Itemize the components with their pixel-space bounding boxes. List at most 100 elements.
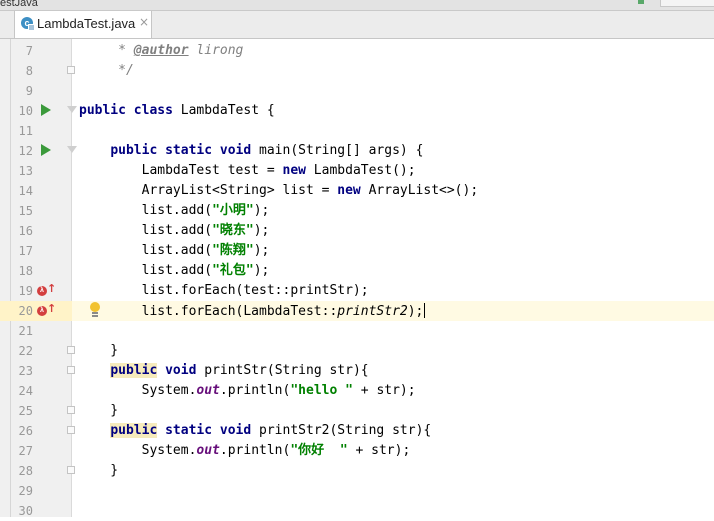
code-token: list.add( <box>79 203 213 218</box>
code-line[interactable]: 18 list.add("礼包"); <box>0 261 714 281</box>
code-text[interactable]: } <box>79 343 118 359</box>
code-token: printStr(String str){ <box>196 363 369 378</box>
fold-marker-icon[interactable] <box>67 366 75 374</box>
fold-start-icon[interactable] <box>67 106 77 113</box>
code-line[interactable]: 29 <box>0 481 714 501</box>
run-gutter-icon[interactable] <box>41 104 51 116</box>
line-number: 13 <box>18 164 33 178</box>
code-token: public class <box>79 103 173 118</box>
code-token: printStr2 <box>337 304 408 319</box>
code-line[interactable]: 25 } <box>0 401 714 421</box>
fold-marker-icon[interactable] <box>67 466 75 474</box>
line-number: 7 <box>25 44 33 58</box>
code-line[interactable]: 20 λ ↑ list.forEach(LambdaTest::printStr2)… <box>0 301 714 321</box>
code-text[interactable]: list.add("晓东"); <box>79 223 270 239</box>
code-line[interactable]: 14 ArrayList<String> list = new ArrayLis… <box>0 181 714 201</box>
code-line[interactable]: 13 LambdaTest test = new LambdaTest(); <box>0 161 714 181</box>
code-token: printStr2(String str){ <box>251 423 432 438</box>
code-text[interactable]: ArrayList<String> list = new ArrayList<>… <box>79 183 479 199</box>
code-token: out <box>196 443 220 458</box>
code-text[interactable]: System.out.println("hello " + str); <box>79 383 416 399</box>
code-text[interactable]: list.add("礼包"); <box>79 263 270 279</box>
code-text[interactable]: list.forEach(test::printStr); <box>79 283 369 299</box>
line-number: 28 <box>18 464 33 478</box>
code-line[interactable]: 9 <box>0 81 714 101</box>
code-text[interactable]: list.add("陈翔"); <box>79 243 270 259</box>
fold-marker-icon[interactable] <box>67 66 75 74</box>
code-line[interactable]: 12 public static void main(String[] args… <box>0 141 714 161</box>
code-line[interactable]: 23 public void printStr(String str){ <box>0 361 714 381</box>
code-text[interactable]: * @author lirong <box>79 43 243 59</box>
code-token: "晓东" <box>212 223 254 238</box>
code-token: LambdaTest test = <box>79 163 283 178</box>
code-token: ); <box>253 243 270 258</box>
code-token: ); <box>253 263 270 278</box>
code-token: "陈翔" <box>212 243 254 258</box>
code-token: + str); <box>352 383 416 398</box>
code-line[interactable]: 11 <box>0 121 714 141</box>
implements-method-icon[interactable]: λ ↑ <box>37 302 56 318</box>
line-number: 26 <box>18 424 33 438</box>
line-number: 11 <box>18 124 33 138</box>
line-number: 23 <box>18 364 33 378</box>
code-token: out <box>196 383 220 398</box>
code-text[interactable]: public class LambdaTest { <box>79 103 275 119</box>
code-text[interactable]: */ <box>79 63 134 79</box>
code-token: * <box>79 43 134 58</box>
code-token: ); <box>407 304 424 319</box>
fold-start-icon[interactable] <box>67 146 77 153</box>
toolbar-run-config-box[interactable] <box>660 0 714 7</box>
line-number: 29 <box>18 484 33 498</box>
code-line[interactable]: 28 } <box>0 461 714 481</box>
implements-method-icon[interactable]: λ ↑ <box>37 282 56 298</box>
code-text[interactable]: } <box>79 463 118 479</box>
run-gutter-icon[interactable] <box>41 144 51 156</box>
code-token: void <box>165 363 197 378</box>
fold-marker-icon[interactable] <box>67 346 75 354</box>
code-text[interactable]: list.add("小明"); <box>79 203 270 219</box>
line-number: 10 <box>18 104 33 118</box>
code-line[interactable]: 7 * @author lirong <box>0 41 714 61</box>
code-token: } <box>79 343 119 358</box>
code-line[interactable]: 22 } <box>0 341 714 361</box>
text-caret <box>424 303 426 318</box>
previous-tab-fragment[interactable]: estJava <box>0 0 38 9</box>
code-line[interactable]: 19 λ ↑ list.forEach(test::printStr); <box>0 281 714 301</box>
code-line[interactable]: 16 list.add("晓东"); <box>0 221 714 241</box>
line-number: 21 <box>18 324 33 338</box>
code-text[interactable]: public void printStr(String str){ <box>79 363 369 379</box>
code-line[interactable]: 8 */ <box>0 61 714 81</box>
code-token: System. <box>79 443 197 458</box>
code-line[interactable]: 27 System.out.println("你好 " + str); <box>0 441 714 461</box>
code-text[interactable]: public static void main(String[] args) { <box>79 143 423 159</box>
code-line[interactable]: 26 public static void printStr2(String s… <box>0 421 714 441</box>
code-text[interactable]: } <box>79 403 118 419</box>
code-line[interactable]: 17 list.add("陈翔"); <box>0 241 714 261</box>
code-token: "hello " <box>290 383 353 398</box>
code-line[interactable]: 24 System.out.println("hello " + str); <box>0 381 714 401</box>
fold-marker-icon[interactable] <box>67 406 75 414</box>
window-title-strip: estJava <box>0 0 714 11</box>
close-tab-icon[interactable]: × <box>139 15 149 29</box>
code-token: .println( <box>219 443 291 458</box>
code-line[interactable]: 30 <box>0 501 714 521</box>
code-line[interactable]: 10 public class LambdaTest { <box>0 101 714 121</box>
line-number: 27 <box>18 444 33 458</box>
code-token: list.forEach(test::printStr); <box>79 283 369 298</box>
code-line[interactable]: 15 list.add("小明"); <box>0 201 714 221</box>
tab-lambdatest-java[interactable]: c LambdaTest.java × <box>14 11 152 38</box>
line-number: 22 <box>18 344 33 358</box>
run-indicator-icon <box>638 0 644 4</box>
code-line[interactable]: 21 <box>0 321 714 341</box>
code-token: list.add( <box>79 223 213 238</box>
code-token: @author <box>133 43 189 58</box>
code-text[interactable]: public static void printStr2(String str)… <box>79 423 431 439</box>
code-text[interactable]: System.out.println("你好 " + str); <box>79 443 411 459</box>
line-number: 25 <box>18 404 33 418</box>
code-text[interactable]: LambdaTest test = new LambdaTest(); <box>79 163 416 179</box>
fold-marker-icon[interactable] <box>67 426 75 434</box>
code-token: public <box>110 363 158 378</box>
code-text[interactable]: list.forEach(LambdaTest::printStr2); <box>79 303 426 320</box>
